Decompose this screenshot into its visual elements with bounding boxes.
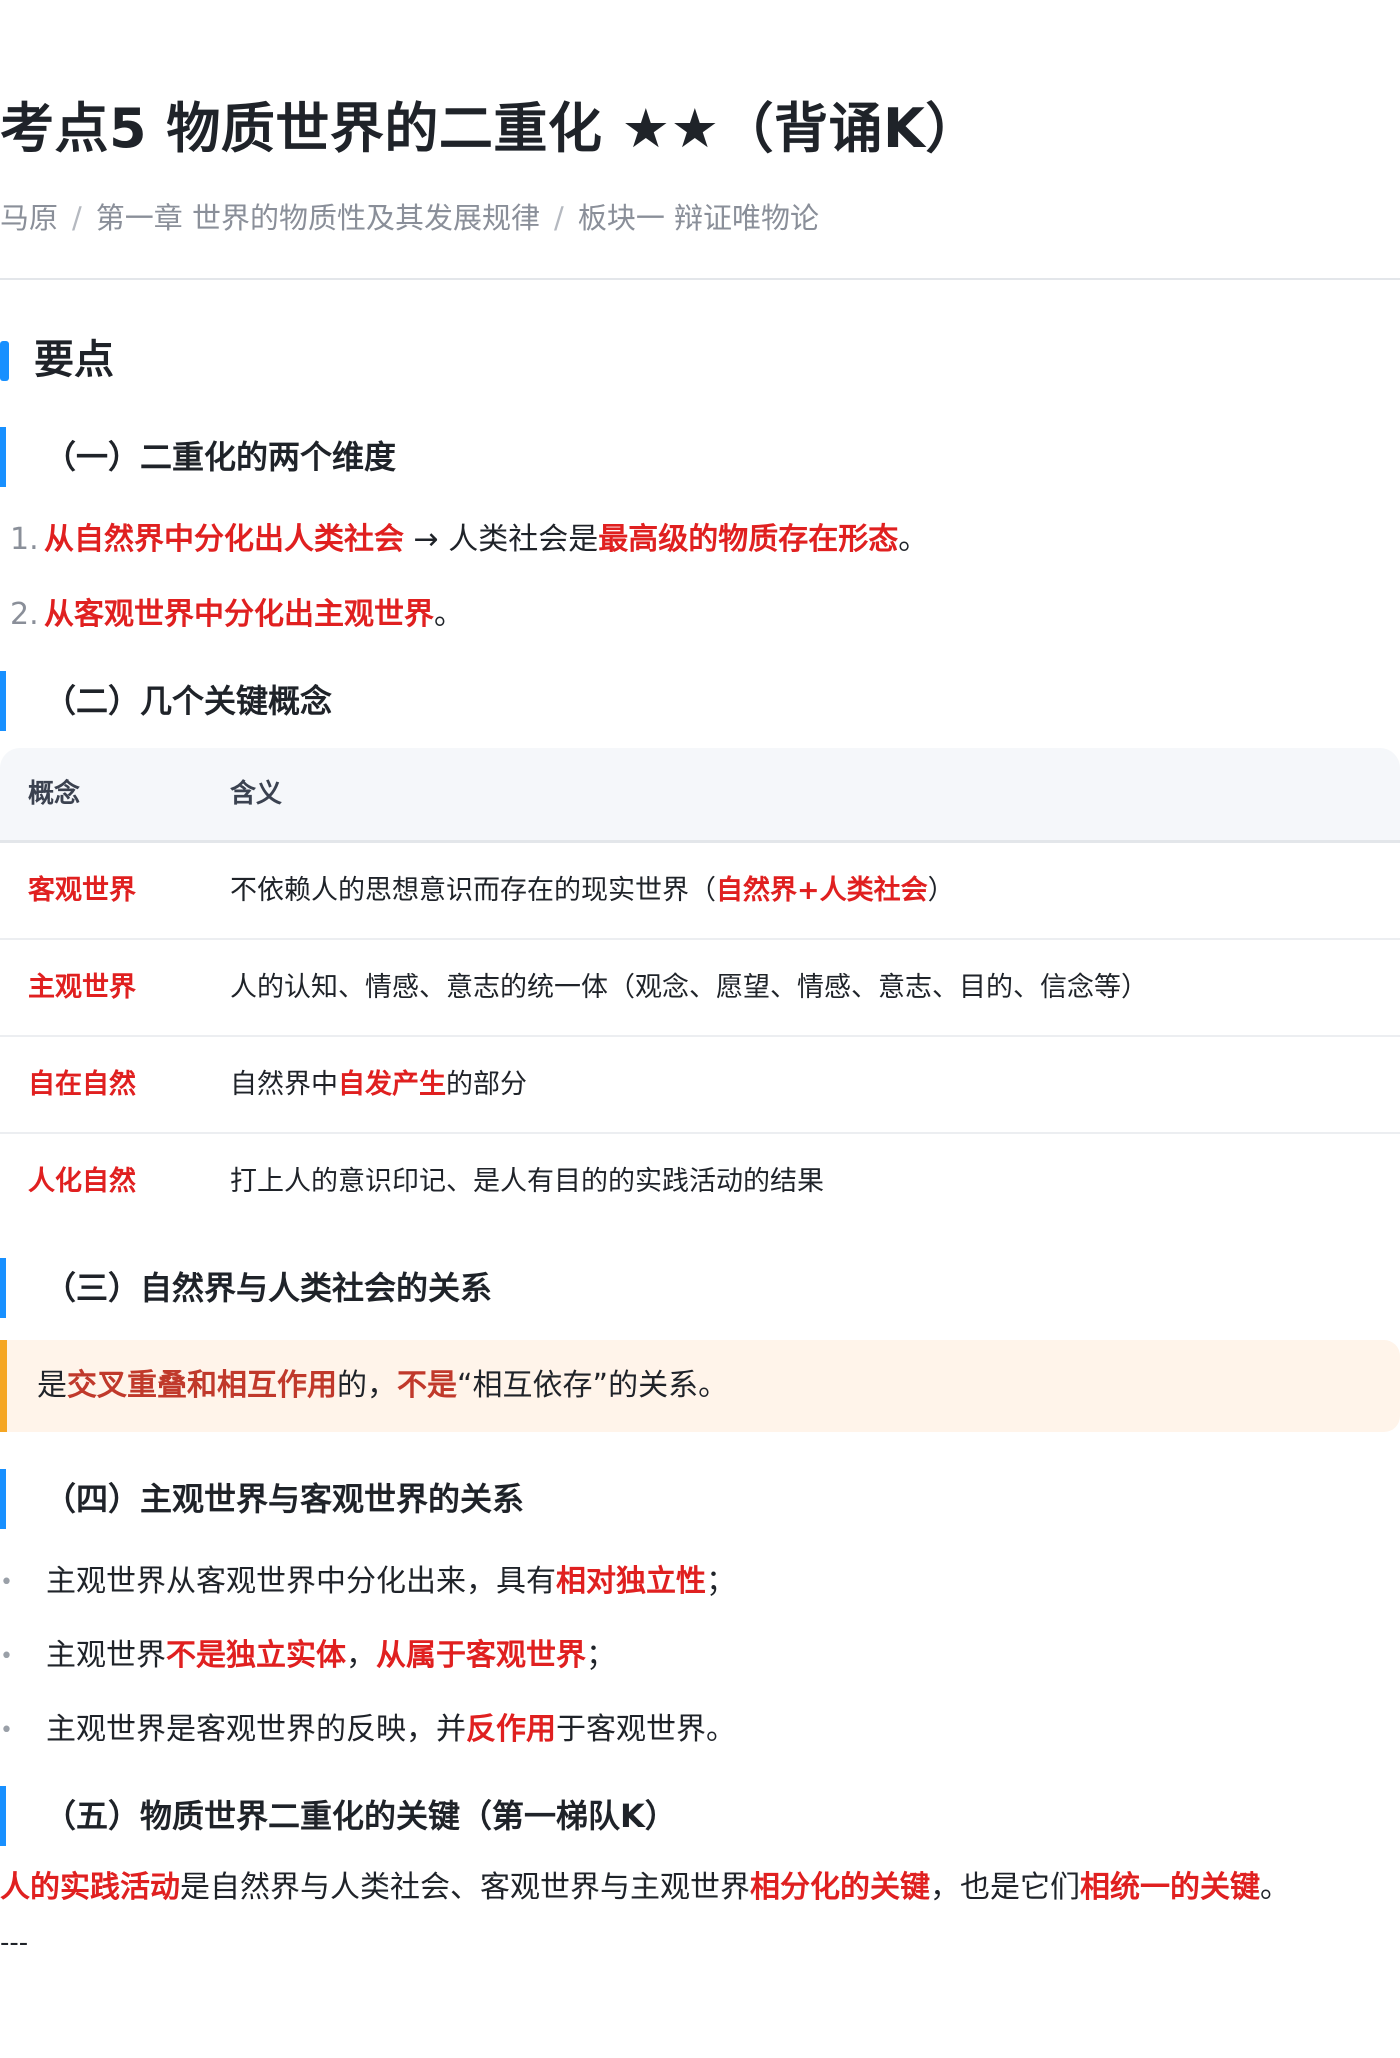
column-header-concept: 概念 <box>28 779 81 809</box>
section-heading-key-points: 要点 <box>0 335 114 385</box>
breadcrumb: 马原 / 第一章 世界的物质性及其发展规律 / 板块一 辩证唯物论 <box>0 195 819 237</box>
title-divider <box>0 278 1400 280</box>
breadcrumb-item-section[interactable]: 板块一 辩证唯物论 <box>578 201 819 235</box>
subheading-key-concepts: （二）几个关键概念 <box>0 671 332 731</box>
concept-meaning: 打上人的意识印记、是人有目的的实践活动的结果 <box>230 1166 824 1197</box>
subheading-key-of-duality: （五）物质世界二重化的关键（第一梯队K） <box>0 1786 677 1846</box>
breadcrumb-item-subject[interactable]: 马原 <box>0 201 58 235</box>
concept-meaning: 自然界中自发产生的部分 <box>230 1069 527 1100</box>
callout-note: 是交叉重叠和相互作用的，不是“相互依存”的关系。 <box>0 1340 1400 1432</box>
concept-term: 人化自然 <box>28 1166 136 1197</box>
bullet-dot: • <box>0 1570 13 1595</box>
subheading-nature-society: （三）自然界与人类社会的关系 <box>0 1258 492 1318</box>
highlight-text: 从自然界中分化出人类社会 <box>44 522 404 557</box>
breadcrumb-separator: / <box>554 201 564 235</box>
ordered-list-item: 1. 从自然界中分化出人类社会 → 人类社会是最高级的物质存在形态。 <box>0 514 928 558</box>
table-header: 概念 含义 <box>0 748 1400 843</box>
highlight-text: 从客观世界中分化出主观世界 <box>44 597 434 632</box>
ordered-list-item: 2. 从客观世界中分化出主观世界。 <box>0 589 464 633</box>
bullet-list-item: • 主观世界从客观世界中分化出来，具有相对独立性； <box>0 1564 736 1599</box>
table-row: 人化自然 打上人的意识印记、是人有目的的实践活动的结果 <box>0 1134 1400 1229</box>
bullet-list-item: • 主观世界不是独立实体，从属于客观世界； <box>0 1638 616 1673</box>
subheading-subjective-objective: （四）主观世界与客观世界的关系 <box>0 1469 524 1529</box>
list-number: 1. <box>10 522 39 557</box>
list-text: 。 <box>898 522 929 557</box>
breadcrumb-separator: / <box>72 201 82 235</box>
list-number: 2. <box>10 597 39 632</box>
key-paragraph: 人的实践活动是自然界与人类社会、客观世界与主观世界相分化的关键，也是它们相统一的… <box>0 1870 1290 1905</box>
concept-meaning: 人的认知、情感、意志的统一体（观念、愿望、情感、意志、目的、信念等） <box>230 972 1148 1003</box>
bullet-list-item: • 主观世界是客观世界的反映，并反作用于客观世界。 <box>0 1712 736 1747</box>
concept-term: 主观世界 <box>28 972 136 1003</box>
bullet-dot: • <box>0 1644 13 1669</box>
list-text: → 人类社会是 <box>404 522 599 557</box>
subheading-two-dimensions: （一）二重化的两个维度 <box>0 427 396 487</box>
table-row: 自在自然 自然界中自发产生的部分 <box>0 1037 1400 1134</box>
concept-term: 客观世界 <box>28 875 136 906</box>
table-row: 主观世界 人的认知、情感、意志的统一体（观念、愿望、情感、意志、目的、信念等） <box>0 940 1400 1037</box>
bullet-dot: • <box>0 1718 13 1743</box>
concept-term: 自在自然 <box>28 1069 136 1100</box>
concept-meaning: 不依赖人的思想意识而存在的现实世界（自然界+人类社会） <box>230 875 955 906</box>
breadcrumb-item-chapter[interactable]: 第一章 世界的物质性及其发展规律 <box>96 201 540 235</box>
list-text: 。 <box>434 597 464 632</box>
page-title: 考点5 物质世界的二重化 ★★（背诵K） <box>0 97 980 160</box>
table-row: 客观世界 不依赖人的思想意识而存在的现实世界（自然界+人类社会） <box>0 843 1400 940</box>
concepts-table: 概念 含义 客观世界 不依赖人的思想意识而存在的现实世界（自然界+人类社会） 主… <box>0 748 1400 1231</box>
highlight-text: 最高级的物质存在形态 <box>598 522 899 557</box>
markdown-rule-text: --- <box>0 1928 29 1958</box>
column-header-meaning: 含义 <box>230 779 283 809</box>
